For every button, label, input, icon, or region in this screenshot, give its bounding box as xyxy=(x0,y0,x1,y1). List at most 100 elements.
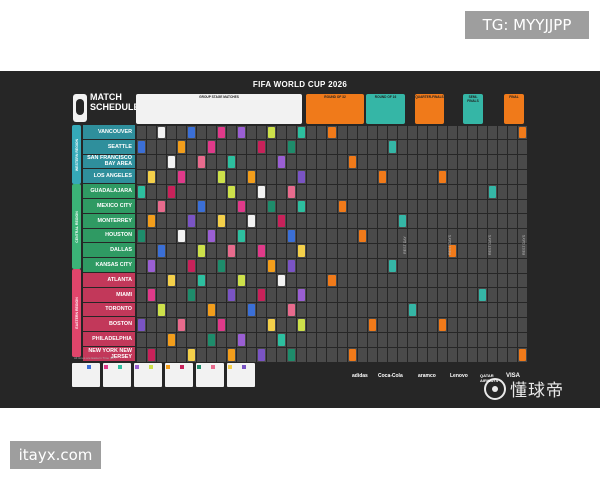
grid-cell xyxy=(307,244,317,258)
schedule-poster: FIFA WORLD CUP 2026 MATCH SCHEDULE GROUP… xyxy=(0,71,600,408)
grid-cell xyxy=(317,199,327,214)
grid-cell xyxy=(237,318,247,332)
grid-cell xyxy=(206,258,216,273)
group-match-block xyxy=(268,319,276,331)
grid-cell xyxy=(237,169,247,184)
grid-cell xyxy=(307,332,317,347)
grid-cell xyxy=(357,169,367,184)
group-match-block xyxy=(137,185,145,198)
grid-cell xyxy=(307,214,317,229)
group-match-block xyxy=(278,333,286,346)
grid-cell xyxy=(458,214,468,229)
grid-cell xyxy=(417,332,427,347)
grid-cell xyxy=(468,184,478,199)
grid-cell xyxy=(387,273,397,288)
group-match-block xyxy=(238,274,246,287)
knockout-match-block xyxy=(328,126,336,139)
grid-cell xyxy=(488,273,498,288)
grid-cell xyxy=(417,273,427,288)
group-match-block xyxy=(288,230,296,242)
grid-cell xyxy=(226,258,236,273)
grid-cell xyxy=(247,258,257,273)
grid-cell xyxy=(498,229,508,243)
grid-cell xyxy=(427,258,438,273)
knockout-match-block xyxy=(328,274,336,287)
grid-cell xyxy=(427,347,438,362)
group-match-block xyxy=(248,170,256,183)
knockout-match-block xyxy=(348,348,356,361)
grid-cell xyxy=(347,318,357,332)
group-match-block xyxy=(268,200,276,213)
group-match-block xyxy=(217,126,225,139)
grid-cell xyxy=(156,214,166,229)
grid-cell xyxy=(176,244,186,258)
grid-cell xyxy=(186,199,196,214)
grid-cell xyxy=(186,169,196,184)
grid-cell xyxy=(397,140,407,155)
legend-swatch xyxy=(211,365,215,369)
grid-cell xyxy=(277,244,287,258)
grid-cell xyxy=(257,258,267,273)
grid-cell xyxy=(448,347,458,362)
grid-cell xyxy=(397,332,407,347)
grid-cell xyxy=(448,140,458,155)
grid-cell xyxy=(468,155,478,169)
grid-cell xyxy=(498,347,508,362)
region-central: CENTRAL REGION xyxy=(72,184,81,269)
group-match-block xyxy=(167,274,175,287)
grid-cell xyxy=(216,303,226,318)
grid-cell xyxy=(407,214,417,229)
grid-cell xyxy=(468,288,478,303)
grid-cell xyxy=(176,332,186,347)
grid-cell xyxy=(196,169,206,184)
grid-cell xyxy=(267,214,277,229)
grid-cell xyxy=(307,288,317,303)
grid-cell xyxy=(277,125,287,140)
group-match-block xyxy=(217,215,225,228)
grid-cell xyxy=(277,318,287,332)
grid-cell xyxy=(427,332,438,347)
group-match-block xyxy=(167,333,175,346)
knockout-match-block xyxy=(338,200,346,213)
grid-cell xyxy=(367,229,377,243)
grid-cell xyxy=(407,125,417,140)
grid-cell xyxy=(367,347,377,362)
grid-cell xyxy=(377,155,387,169)
grid-cell xyxy=(458,318,468,332)
grid-cell xyxy=(407,332,417,347)
grid-cell xyxy=(468,244,478,258)
grid-cell xyxy=(518,155,528,169)
group-match-block xyxy=(187,259,195,272)
grid-cell xyxy=(458,140,468,155)
knockout-match-block xyxy=(519,126,527,139)
grid-cell xyxy=(458,229,468,243)
grid-cell xyxy=(458,169,468,184)
grid-cell xyxy=(307,169,317,184)
grid-cell xyxy=(458,125,468,140)
grid-cell xyxy=(377,303,387,318)
grid-cell xyxy=(297,273,307,288)
grid-cell xyxy=(317,184,327,199)
grid-cell xyxy=(176,303,186,318)
grid-cell xyxy=(136,244,146,258)
grid-cell xyxy=(237,288,247,303)
grid-cell xyxy=(427,199,438,214)
grid-cell xyxy=(448,258,458,273)
knockout-match-block xyxy=(378,170,386,183)
grid-cell xyxy=(417,199,427,214)
knockout-match-block xyxy=(358,230,366,242)
grid-cell xyxy=(448,214,458,229)
grid-cell xyxy=(387,303,397,318)
grid-cell xyxy=(387,288,397,303)
grid-cell xyxy=(498,332,508,347)
grid-cell xyxy=(377,347,387,362)
grid-cell xyxy=(277,288,287,303)
grid-cell xyxy=(307,229,317,243)
grid-cell xyxy=(367,273,377,288)
grid-cell xyxy=(337,303,347,318)
grid-cell xyxy=(196,303,206,318)
region-eastern: EASTERN REGION xyxy=(72,269,81,357)
grid-cell xyxy=(458,332,468,347)
grid-cell xyxy=(407,273,417,288)
grid-cell xyxy=(508,347,518,362)
